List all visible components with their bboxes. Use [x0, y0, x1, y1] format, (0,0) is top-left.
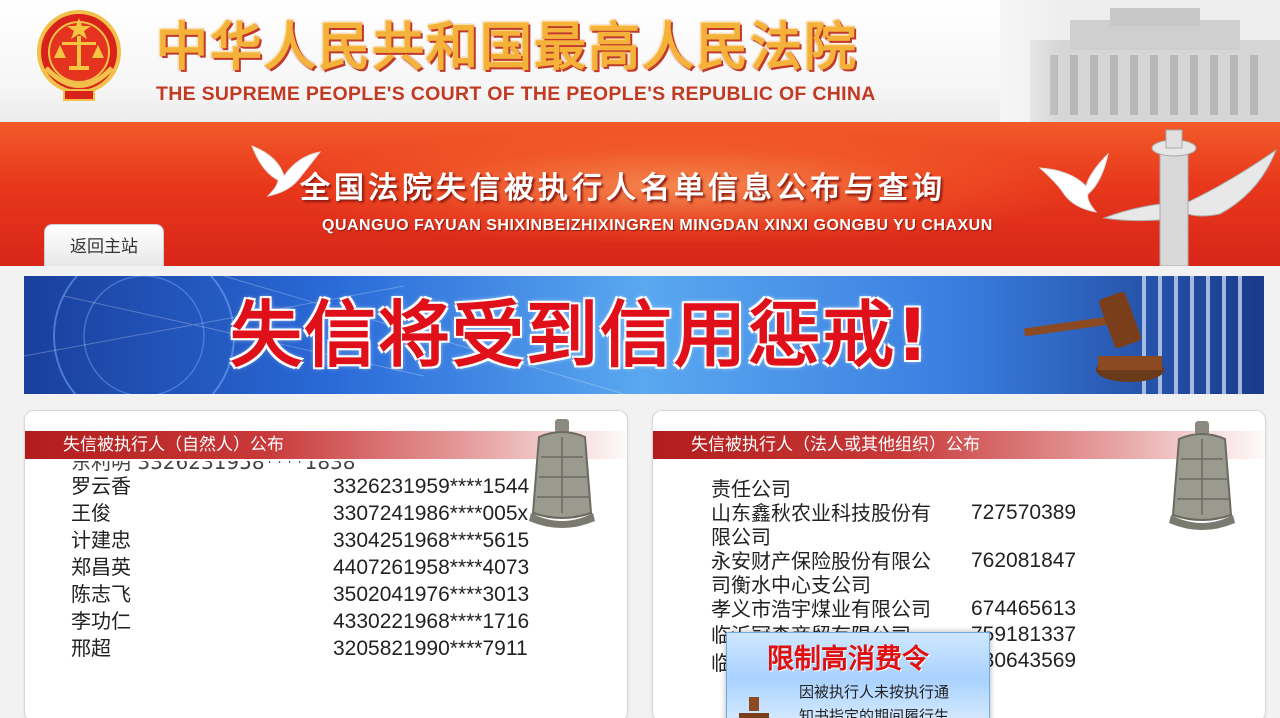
bell-icon-right	[1169, 421, 1235, 530]
banner-title-english: QUANGUO FAYUAN SHIXINBEIZHIXINGREN MINGD…	[322, 217, 993, 234]
person-id-number: 3307241986****005x	[333, 502, 529, 525]
person-id-number: 4330221968****1716	[333, 610, 530, 633]
org-code: 727570389	[971, 501, 1077, 524]
org-name[interactable]: 永安财产保险股份有限公	[711, 549, 971, 573]
org-name-continued[interactable]: 司衡水中心支公司	[711, 573, 971, 597]
org-name[interactable]: 山东鑫秋农业科技股份有	[711, 501, 971, 525]
org-name-continued[interactable]: 限公司	[711, 525, 971, 549]
person-name: 计建忠	[71, 528, 131, 552]
banner-title-chinese: 全国法院失信被执行人名单信息公布与查询	[300, 171, 946, 206]
person-name: 邢超	[71, 636, 111, 660]
slogan-text: 失信将受到信用惩戒!	[230, 293, 931, 377]
person-name: 王俊	[71, 501, 111, 525]
page: 中华人民共和国最高人民法院 THE SUPREME PEOPLE'S COURT…	[0, 0, 1280, 718]
slogan-banner: 失信将受到信用惩戒!	[24, 276, 1264, 394]
person-id-number: 3502041976****3013	[333, 583, 530, 606]
person-id-number: 4407261958****4073	[333, 556, 530, 579]
org-name[interactable]: 孝义市浩宇煤业有限公司	[711, 597, 971, 621]
bell-icon	[529, 419, 595, 528]
person-id-number: 3205821990****7911	[333, 637, 528, 660]
list-item-partial[interactable]: 责任公司	[711, 477, 971, 501]
gavel-icon-small	[739, 697, 769, 718]
court-building-image	[1000, 0, 1280, 122]
consumption-restriction-popup[interactable]: 限制高消费令 因被执行人未按执行通 知书指定的期间履行生	[726, 632, 990, 718]
court-title-english: THE SUPREME PEOPLE'S COURT OF THE PEOPLE…	[156, 83, 876, 105]
org-code: 762081847	[971, 549, 1077, 572]
org-code: 674465613	[971, 597, 1077, 620]
popup-text-line: 知书指定的期间履行生	[799, 707, 950, 718]
court-emblem-icon	[37, 10, 121, 101]
panel-individuals: 失信被执行人（自然人）公布 东利明 3326231958****1838 罗云香…	[24, 410, 628, 718]
person-name: 罗云香	[71, 474, 131, 498]
court-title-chinese: 中华人民共和国最高人民法院	[156, 17, 859, 78]
popup-title: 限制高消费令	[767, 644, 929, 675]
huabiao-pillar-image	[1102, 129, 1278, 266]
person-name: 李功仁	[71, 609, 131, 633]
person-name: 陈志飞	[71, 582, 131, 606]
popup-text-line: 因被执行人未按执行通	[799, 683, 950, 701]
person-name: 郑昌英	[71, 555, 131, 579]
person-id-number: 3326231959****1544	[333, 475, 530, 498]
gavel-icon	[1023, 291, 1164, 382]
back-to-main-site-tab[interactable]: 返回主站	[44, 224, 164, 266]
site-header: 中华人民共和国最高人民法院 THE SUPREME PEOPLE'S COURT…	[0, 0, 1280, 122]
person-id-number: 3304251968****5615	[333, 529, 530, 552]
